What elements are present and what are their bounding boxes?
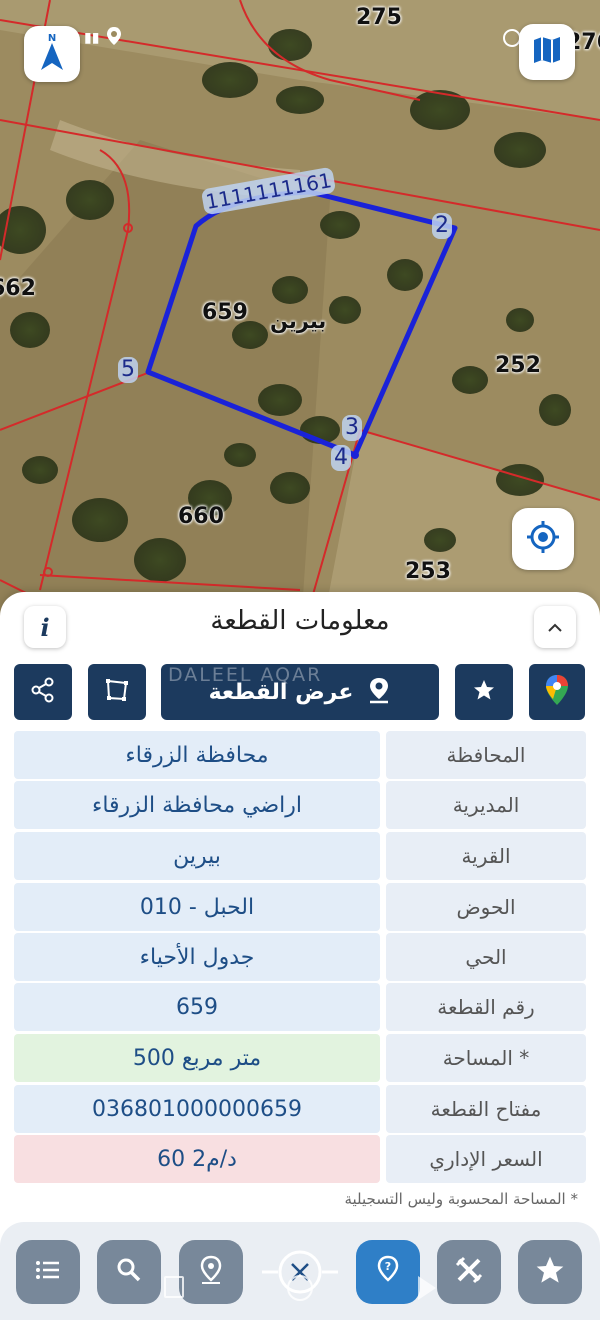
compass-north-icon: N [32,30,72,78]
parcel-number-right: 252 [495,353,541,378]
vertex-label-4: 4 [331,445,351,471]
locate-me-button[interactable] [512,508,574,570]
parcel-number-top: 275 [356,5,402,30]
vertex-label-2: 2 [432,213,452,239]
polygon-icon [104,677,130,707]
map-book-icon [530,33,564,71]
share-button[interactable] [14,664,72,720]
info-row: محافظة الزرقاء المحافظة [14,731,586,779]
favorites-button[interactable] [518,1240,582,1304]
info-key: السعر الإداري [386,1135,586,1183]
svg-text:?: ? [385,1260,391,1273]
parcel-number-bottom-left: 660 [178,504,224,529]
parcel-number-left: 662 [0,276,36,301]
info-key: المحافظة [386,731,586,779]
google-maps-button[interactable] [529,664,585,720]
list-button[interactable] [16,1240,80,1304]
info-value: محافظة الزرقاء [14,731,380,779]
map-pin-icon [198,1255,224,1289]
vertex-label-5: 5 [118,357,138,383]
info-row: 500 متر مربع المساحة * [14,1034,586,1082]
info-key: الحي [386,933,586,981]
info-key: مفتاح القطعة [386,1085,586,1133]
search-icon [116,1257,142,1287]
system-nav-square-icon [164,1276,184,1298]
parcel-number-current: 659 [202,300,248,325]
info-row: بيرين القرية [14,832,586,880]
map-layers-button[interactable] [519,24,575,80]
crosshair-icon [526,520,560,558]
measure-polygon-button[interactable] [88,664,146,720]
panel-title: معلومات القطعة [210,606,390,636]
info-value: 60 د/م2 [14,1135,380,1183]
location-pin-icon [105,26,123,50]
info-value: الحبل - 010 [14,883,380,931]
star-icon [472,678,496,706]
share-icon [30,677,56,707]
panel-header: i معلومات القطعة [0,592,600,654]
info-row: الحبل - 010 الحوض [14,883,586,931]
info-row: جدول الأحياء الحي [14,933,586,981]
info-key: المديرية [386,781,586,829]
info-key: القرية [386,832,586,880]
info-value: 659 [14,983,380,1031]
system-nav-circle-icon [287,1275,313,1301]
info-value: بيرين [14,832,380,880]
vertex-label-3: 3 [342,415,362,441]
search-button[interactable] [97,1240,161,1304]
tools-icon [455,1256,483,1288]
info-key: الحوض [386,883,586,931]
info-value: اراضي محافظة الزرقاء [14,781,380,829]
map-view[interactable]: 275 276 662 659 252 660 253 بيرين 111111… [0,0,600,640]
star-icon [534,1254,566,1290]
svg-text:N: N [48,33,56,44]
info-value: جدول الأحياء [14,933,380,981]
view-parcel-label: عرض القطعة [208,679,354,705]
list-icon [35,1260,61,1284]
location-pin-icon [367,676,391,708]
status-icons: ▮▮ [84,26,123,50]
area-footnote: * المساحة المحسوبة وليس التسجيلية [344,1190,578,1208]
tools-button[interactable] [437,1240,501,1304]
google-maps-icon [544,674,570,710]
chevron-up-icon [547,618,563,637]
help-pin-icon: ? [375,1255,401,1289]
info-row: اراضي محافظة الزرقاء المديرية [14,781,586,829]
location-search-button[interactable] [179,1240,243,1304]
info-row: 036801000000659 مفتاح القطعة [14,1085,586,1133]
info-key: المساحة * [386,1034,586,1082]
parcel-number-bottom-right: 253 [405,559,451,584]
collapse-panel-button[interactable] [534,606,576,648]
info-key: رقم القطعة [386,983,586,1031]
compass-button[interactable]: N [24,26,80,82]
signal-icon: ▮▮ [84,30,100,46]
system-nav-back-icon [418,1276,436,1300]
village-label: بيرين [270,309,327,333]
info-value: 500 متر مربع [14,1034,380,1082]
help-button[interactable]: ? [356,1240,420,1304]
info-row: 659 رقم القطعة [14,983,586,1031]
info-value: 036801000000659 [14,1085,380,1133]
view-parcel-button[interactable]: عرض القطعة [161,664,439,720]
info-row: 60 د/م2 السعر الإداري [14,1135,586,1183]
favorite-button[interactable] [455,664,513,720]
